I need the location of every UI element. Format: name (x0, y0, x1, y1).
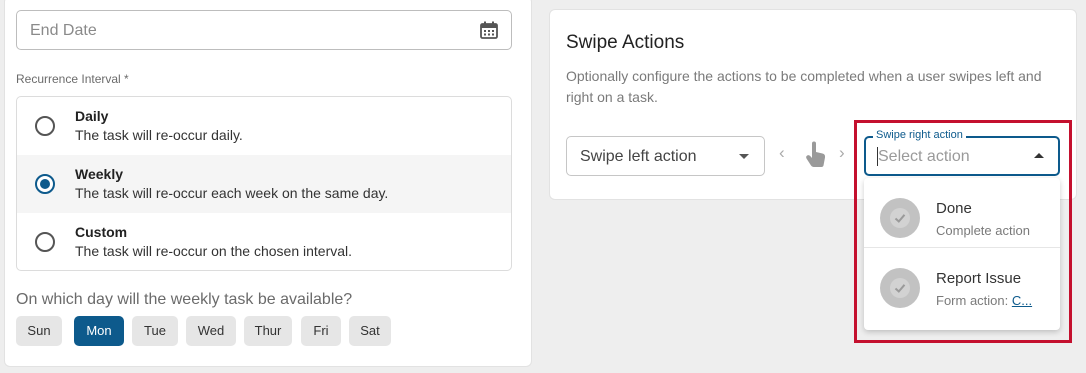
option-title: Done (936, 200, 972, 217)
option-description: The task will re-occur daily. (75, 127, 243, 143)
recurrence-option-custom[interactable]: Custom The task will re-occur on the cho… (17, 213, 511, 270)
swipe-right-label: Swipe right action (873, 129, 966, 141)
day-button-sun[interactable]: Sun (16, 316, 62, 346)
day-button-thur[interactable]: Thur (244, 316, 292, 346)
option-title: Weekly (75, 166, 123, 182)
option-description: The task will re-occur each week on the … (75, 185, 389, 201)
option-subtitle: Form action: C... (936, 293, 1032, 308)
recurrence-radio-group: Daily The task will re-occur daily. Week… (16, 96, 512, 271)
calendar-icon[interactable] (479, 20, 499, 40)
swipe-left-select[interactable]: Swipe left action (566, 136, 765, 176)
day-button-fri[interactable]: Fri (301, 316, 341, 346)
chevron-right-icon: › (839, 143, 845, 162)
caret-up-icon (1034, 153, 1044, 158)
check-circle-icon (880, 268, 920, 308)
swipe-actions-title: Swipe Actions (566, 32, 685, 53)
end-date-placeholder: End Date (30, 22, 97, 39)
option-subtitle: Complete action (936, 223, 1030, 238)
day-button-tue[interactable]: Tue (132, 316, 178, 346)
weekday-question: On which day will the weekly task be ava… (16, 291, 353, 308)
radio-weekly[interactable] (35, 174, 55, 194)
chevron-left-icon: ‹ (779, 143, 785, 162)
radio-custom[interactable] (35, 232, 55, 252)
swipe-hand-icon (806, 141, 826, 167)
form-link[interactable]: C... (1012, 293, 1032, 308)
dropdown-option-done[interactable]: Done Complete action (864, 178, 1060, 247)
day-button-sat[interactable]: Sat (349, 316, 391, 346)
swipe-right-placeholder: Select action (878, 148, 970, 165)
radio-daily[interactable] (35, 116, 55, 136)
swipe-left-value: Swipe left action (580, 148, 697, 165)
option-description: The task will re-occur on the chosen int… (75, 243, 353, 259)
day-button-wed[interactable]: Wed (186, 316, 236, 346)
swipe-right-select[interactable]: Select action (864, 136, 1060, 176)
dropdown-option-report-issue[interactable]: Report Issue Form action: C... (864, 247, 1060, 316)
recurrence-option-daily[interactable]: Daily The task will re-occur daily. (17, 97, 511, 155)
day-button-mon[interactable]: Mon (74, 316, 124, 346)
recurrence-option-weekly[interactable]: Weekly The task will re-occur each week … (17, 155, 511, 213)
option-title: Daily (75, 108, 109, 124)
option-subtitle-text: Form action: (936, 293, 1012, 308)
option-title: Report Issue (936, 270, 1022, 287)
caret-down-icon (739, 154, 749, 159)
check-circle-icon (880, 198, 920, 238)
swipe-actions-description: Optionally configure the actions to be c… (566, 68, 1042, 105)
option-title: Custom (75, 224, 128, 240)
recurrence-interval-label: Recurrence Interval * (16, 72, 129, 86)
swipe-right-dropdown: Done Complete action Report Issue Form a… (864, 178, 1060, 330)
end-date-field[interactable]: End Date (16, 10, 512, 50)
